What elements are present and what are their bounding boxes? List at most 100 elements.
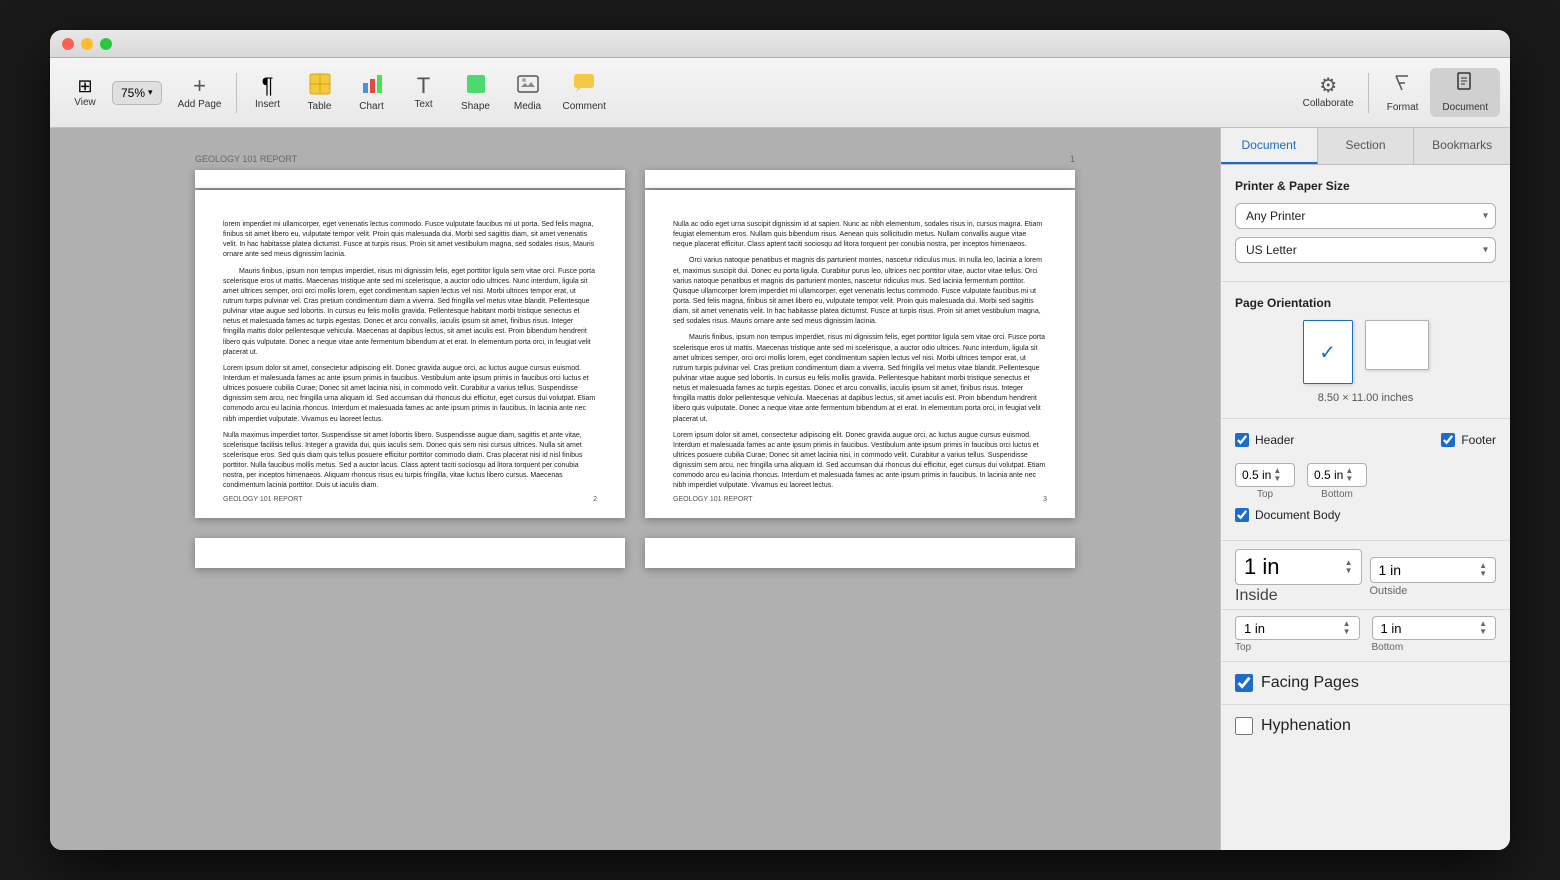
top-margin-stepper[interactable]: ▲ ▼ xyxy=(1343,620,1351,636)
outside-down-arrow-icon[interactable]: ▼ xyxy=(1479,570,1487,578)
document-label: Document xyxy=(1442,102,1488,113)
format-tab-button[interactable]: Format xyxy=(1375,68,1431,117)
outside-margin-stepper[interactable]: ▲ ▼ xyxy=(1479,562,1487,578)
portrait-option[interactable]: ✓ xyxy=(1303,320,1353,384)
footer-stepper[interactable]: ▲ ▼ xyxy=(1345,467,1353,483)
tab-bookmarks[interactable]: Bookmarks xyxy=(1414,128,1510,164)
table-button[interactable]: Table xyxy=(295,69,345,116)
zoom-control[interactable]: 75% ▾ xyxy=(112,81,162,105)
bottom-down-arrow-icon[interactable]: ▼ xyxy=(1479,628,1487,636)
outside-value-group: 1 in ▲ ▼ Outside xyxy=(1370,557,1497,597)
footer-checkbox-row: Footer xyxy=(1441,433,1496,447)
header-stepper[interactable]: ▲ ▼ xyxy=(1273,467,1281,483)
footer-checkbox[interactable] xyxy=(1441,433,1455,447)
page3-footer: GEOLOGY 101 REPORT 3 xyxy=(673,495,1047,506)
header-label: Header xyxy=(1255,433,1294,447)
bottom-margin-value: 1 in xyxy=(1381,621,1478,636)
bottom-margin-label: Bottom xyxy=(1372,642,1497,653)
comment-button[interactable]: Comment xyxy=(555,69,614,116)
facing-pages-label: Facing Pages xyxy=(1261,674,1359,692)
top-margin-group: 1 in ▲ ▼ Top xyxy=(1235,616,1360,653)
footer-bottom-label: Bottom xyxy=(1321,489,1353,500)
hyphenation-checkbox[interactable] xyxy=(1235,717,1253,735)
header-checkbox-row: Header xyxy=(1235,433,1294,447)
footer-label: Footer xyxy=(1461,433,1496,447)
outside-margin-value: 1 in xyxy=(1379,562,1478,578)
page2-para4: Nulla maximus imperdiet tortor. Suspendi… xyxy=(223,431,597,492)
page-2: lorem imperdiet mi ullamcorper, eget ven… xyxy=(195,190,625,518)
header-top-label: Top xyxy=(1257,489,1273,500)
inside-value-box: 1 in ▲ ▼ xyxy=(1235,549,1362,585)
header-footer-section: Header Footer 0.5 in ▲ ▼ xyxy=(1221,419,1510,541)
orientation-options: ✓ xyxy=(1235,320,1496,384)
bottom-margin-box: 1 in ▲ ▼ xyxy=(1372,616,1497,640)
header-checkbox[interactable] xyxy=(1235,433,1249,447)
footer-margin-group: 0.5 in ▲ ▼ Bottom xyxy=(1307,463,1367,500)
mac-window: ⊞ View 75% ▾ + Add Page ¶ Insert xyxy=(50,30,1510,850)
insert-button[interactable]: ¶ Insert xyxy=(243,71,293,114)
document-area[interactable]: GEOLOGY 101 REPORT 1 lorem imperdiet mi … xyxy=(50,128,1220,850)
add-page-button[interactable]: + Add Page xyxy=(170,71,230,114)
page-size-label: 8.50 × 11.00 inches xyxy=(1235,392,1496,404)
format-doc-tabs: Format Document xyxy=(1375,68,1500,117)
media-button[interactable]: Media xyxy=(503,69,553,116)
shape-icon xyxy=(465,73,487,99)
pages-spread: lorem imperdiet mi ullamcorper, eget ven… xyxy=(195,190,1075,518)
inside-margin-stepper[interactable]: ▲ ▼ xyxy=(1345,559,1353,575)
page3-para4: Lorem ipsum dolor sit amet, consectetur … xyxy=(673,431,1047,492)
chart-label: Chart xyxy=(359,101,383,112)
printer-select-row: Any Printer ▾ xyxy=(1235,203,1496,229)
page2-footer-title: GEOLOGY 101 REPORT xyxy=(223,495,303,506)
chart-icon xyxy=(361,73,383,99)
media-label: Media xyxy=(514,101,541,112)
page-top-left xyxy=(195,170,625,188)
toolbar-separator-1 xyxy=(236,73,237,113)
printer-select[interactable]: Any Printer xyxy=(1235,203,1496,229)
top-margin-label: Top xyxy=(1235,642,1360,653)
landscape-option[interactable] xyxy=(1365,320,1429,384)
tab-document-label: Document xyxy=(1241,138,1296,152)
doc-title-header: GEOLOGY 101 REPORT xyxy=(195,154,297,164)
inside-down-arrow-icon[interactable]: ▼ xyxy=(1345,567,1353,575)
facing-pages-checkbox[interactable] xyxy=(1235,674,1253,692)
partial-page-top xyxy=(195,170,1075,188)
page2-para3: Lorem ipsum dolor sit amet, consectetur … xyxy=(223,364,597,425)
minimize-button[interactable] xyxy=(81,38,93,50)
header-margin-group: 0.5 in ▲ ▼ Top xyxy=(1235,463,1295,500)
page3-para2: Orci varius natoque penatibus et magnis … xyxy=(673,256,1047,327)
portrait-check-icon: ✓ xyxy=(1319,340,1336,365)
zoom-arrow-icon: ▾ xyxy=(148,87,153,98)
title-bar xyxy=(50,30,1510,58)
shape-button[interactable]: Shape xyxy=(451,69,501,116)
comment-label: Comment xyxy=(563,101,606,112)
view-label: View xyxy=(74,97,96,108)
text-label: Text xyxy=(414,99,432,110)
bottom-margin-stepper[interactable]: ▲ ▼ xyxy=(1479,620,1487,636)
view-button[interactable]: ⊞ View xyxy=(60,73,110,112)
insert-label: Insert xyxy=(255,99,280,110)
tab-section[interactable]: Section xyxy=(1318,128,1415,164)
table-icon xyxy=(309,73,331,99)
header-value-box: 0.5 in ▲ ▼ xyxy=(1235,463,1295,487)
text-button[interactable]: T Text xyxy=(399,71,449,114)
top-down-arrow-icon[interactable]: ▼ xyxy=(1343,628,1351,636)
page3-footer-title: GEOLOGY 101 REPORT xyxy=(673,495,753,506)
document-tab-button[interactable]: Document xyxy=(1430,68,1500,117)
paper-select[interactable]: US Letter xyxy=(1235,237,1496,263)
add-page-icon: + xyxy=(193,75,206,97)
tab-document[interactable]: Document xyxy=(1221,128,1318,164)
maximize-button[interactable] xyxy=(100,38,112,50)
zoom-value: 75% xyxy=(121,86,145,100)
header-down-arrow-icon[interactable]: ▼ xyxy=(1273,475,1281,483)
page2-footer: GEOLOGY 101 REPORT 2 xyxy=(223,495,597,506)
tab-bookmarks-label: Bookmarks xyxy=(1432,138,1492,152)
page3-para1: Nulla ac odio eget urna suscipit digniss… xyxy=(673,220,1047,250)
hyphenation-section: Hyphenation xyxy=(1221,705,1510,747)
footer-down-arrow-icon[interactable]: ▼ xyxy=(1345,475,1353,483)
collaborate-button[interactable]: ⚙ Collaborate xyxy=(1295,72,1362,113)
toolbar: ⊞ View 75% ▾ + Add Page ¶ Insert xyxy=(50,58,1510,128)
document-body-checkbox[interactable] xyxy=(1235,508,1249,522)
close-button[interactable] xyxy=(62,38,74,50)
chart-button[interactable]: Chart xyxy=(347,69,397,116)
page-bottom-left xyxy=(195,538,625,568)
